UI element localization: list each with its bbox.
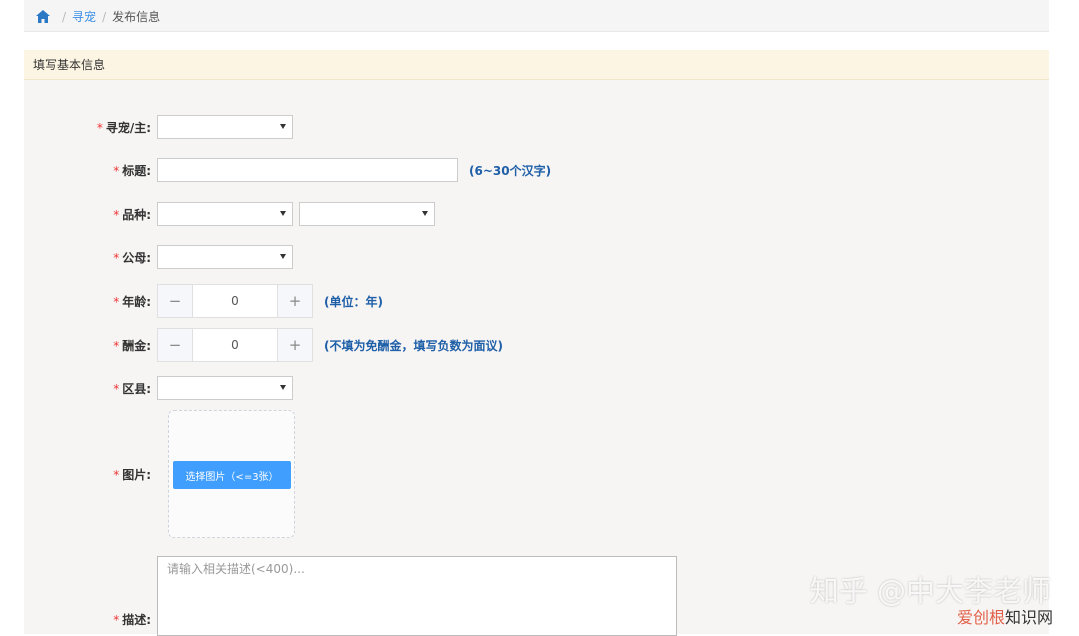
age-decrement-button[interactable]: − xyxy=(158,285,192,317)
breed-select-primary[interactable] xyxy=(157,202,293,226)
required-mark: * xyxy=(113,294,120,309)
breed-select-secondary[interactable] xyxy=(299,202,435,226)
age-hint: (单位：年) xyxy=(324,294,383,309)
breadcrumb-bar: / 寻宠 / 发布信息 xyxy=(24,0,1049,32)
owner-select[interactable] xyxy=(157,115,293,139)
breadcrumb-separator: / xyxy=(62,9,67,24)
required-mark: * xyxy=(113,250,120,265)
dropdown-arrow-icon xyxy=(280,211,286,216)
age-label: * 年龄: xyxy=(113,294,151,309)
reward-hint: (不填为免酬金，填写负数为面议) xyxy=(324,338,503,353)
breadcrumb-link-pet-search[interactable]: 寻宠 xyxy=(72,8,96,25)
title-label: * 标题: xyxy=(113,163,151,178)
age-value-input[interactable]: 0 xyxy=(192,285,278,317)
required-mark: * xyxy=(113,467,120,482)
image-label: * 图片: xyxy=(113,467,151,482)
district-select[interactable] xyxy=(157,376,293,400)
description-label: * 描述: xyxy=(113,613,151,627)
image-row: * 图片: 选择图片（<=3张） xyxy=(24,410,295,538)
description-row: * 描述: 请输入相关描述(<400)... xyxy=(24,556,677,636)
gender-row: * 公母: xyxy=(24,245,293,269)
district-row: * 区县: xyxy=(24,376,293,400)
required-mark: * xyxy=(96,120,103,135)
age-stepper: − 0 + xyxy=(157,284,313,318)
dropdown-arrow-icon xyxy=(422,211,428,216)
title-input[interactable] xyxy=(157,158,458,182)
gender-label: * 公母: xyxy=(113,250,151,265)
reward-stepper: − 0 + xyxy=(157,328,313,362)
breadcrumb-current: 发布信息 xyxy=(112,10,161,24)
reward-label: * 酬金: xyxy=(113,338,151,353)
reward-decrement-button[interactable]: − xyxy=(158,329,192,361)
watermark-site: 爱创根知识网 xyxy=(956,608,1053,627)
image-upload-area[interactable]: 选择图片（<=3张） xyxy=(168,410,295,538)
title-row: * 标题: (6~30个汉字) xyxy=(24,158,551,182)
required-mark: * xyxy=(113,207,120,222)
form-panel: 填写基本信息 * 寻宠/主: * 标题: (6~30个汉字) * 品种: * 公母: *… xyxy=(24,50,1049,636)
home-icon[interactable] xyxy=(36,10,50,23)
title-hint: (6~30个汉字) xyxy=(469,163,552,178)
breed-label: * 品种: xyxy=(113,207,151,222)
panel-title: 填写基本信息 xyxy=(24,50,1049,80)
reward-increment-button[interactable]: + xyxy=(278,329,312,361)
required-mark: * xyxy=(113,381,120,396)
district-label: * 区县: xyxy=(113,381,151,396)
dropdown-arrow-icon xyxy=(280,124,286,129)
dropdown-arrow-icon xyxy=(280,385,286,390)
required-mark: * xyxy=(113,613,120,627)
breadcrumb: / 寻宠 / 发布信息 xyxy=(36,8,160,25)
description-textarea[interactable]: 请输入相关描述(<400)... xyxy=(157,556,677,636)
reward-row: * 酬金: − 0 + (不填为免酬金，填写负数为面议) xyxy=(24,328,503,362)
dropdown-arrow-icon xyxy=(280,254,286,259)
gender-select[interactable] xyxy=(157,245,293,269)
select-image-button[interactable]: 选择图片（<=3张） xyxy=(173,461,291,489)
required-mark: * xyxy=(113,163,120,178)
breed-row: * 品种: xyxy=(24,202,435,226)
owner-row: * 寻宠/主: xyxy=(24,115,293,139)
age-increment-button[interactable]: + xyxy=(278,285,312,317)
owner-label: * 寻宠/主: xyxy=(96,120,151,135)
reward-value-input[interactable]: 0 xyxy=(192,329,278,361)
breadcrumb-separator: / xyxy=(102,9,107,24)
age-row: * 年龄: − 0 + (单位：年) xyxy=(24,284,383,318)
required-mark: * xyxy=(113,338,120,353)
